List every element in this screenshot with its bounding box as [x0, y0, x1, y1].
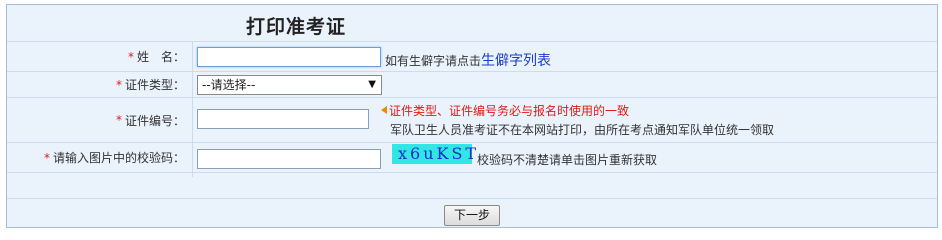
name-input[interactable] [197, 47, 381, 67]
captcha-image[interactable]: x6uKST [392, 144, 476, 164]
id-number-label-text: 证件编号： [124, 113, 185, 128]
name-hint-text: 如有生僻字请点击 [385, 54, 482, 68]
id-type-select[interactable]: --请选择-- ▼ [197, 75, 382, 95]
page-title: 打印准考证 [246, 16, 347, 38]
captcha-row: * 请输入图片中的校验码： x6uKST 校验码不清楚请单击图片重新获取 [7, 143, 937, 173]
id-number-label: * 证件编号： [116, 98, 185, 142]
spacer-row [7, 173, 937, 199]
required-mark: * [127, 49, 134, 64]
id-number-input[interactable] [197, 109, 369, 129]
id-type-selected: --请选择-- [202, 78, 256, 92]
required-mark: * [43, 150, 50, 165]
captcha-label-text: 请输入图片中的校验码： [52, 151, 185, 165]
military-note: 军队卫生人员准考证不在本网站打印，由所在考点通知军队单位统一领取 [390, 123, 775, 137]
required-mark: * [115, 77, 122, 92]
name-row: * 姓 名： 如有生僻字请点击生僻字列表 [7, 42, 937, 72]
warning-arrow-icon [381, 106, 387, 114]
form-panel: 打印准考证 * 姓 名： 如有生僻字请点击生僻字列表 * 证件类型： --请选择… [6, 4, 938, 228]
id-type-row: * 证件类型： --请选择-- ▼ [7, 72, 937, 98]
captcha-label: * 请输入图片中的校验码： [44, 143, 185, 172]
id-type-label: * 证件类型： [116, 72, 185, 97]
required-mark: * [115, 113, 122, 127]
dropdown-arrow-icon: ▼ [368, 79, 376, 90]
id-number-row: * 证件编号： 证件类型、证件编号务必与报名时使用的一致 军队卫生人员准考证不在… [7, 98, 937, 143]
name-label: * 姓 名： [128, 42, 185, 71]
id-number-warning: 证件类型、证件编号务必与报名时使用的一致 [389, 104, 630, 118]
captcha-hint: 校验码不清楚请单击图片重新获取 [477, 153, 658, 167]
name-label-text: 姓 名： [136, 50, 185, 64]
id-type-label-text: 证件类型： [124, 78, 185, 92]
name-hint: 如有生僻字请点击生僻字列表 [385, 50, 551, 70]
captcha-input[interactable] [197, 149, 381, 169]
rare-characters-link[interactable]: 生僻字列表 [481, 53, 551, 69]
next-step-button[interactable]: 下一步 [444, 205, 500, 226]
title-row: 打印准考证 [7, 5, 937, 42]
